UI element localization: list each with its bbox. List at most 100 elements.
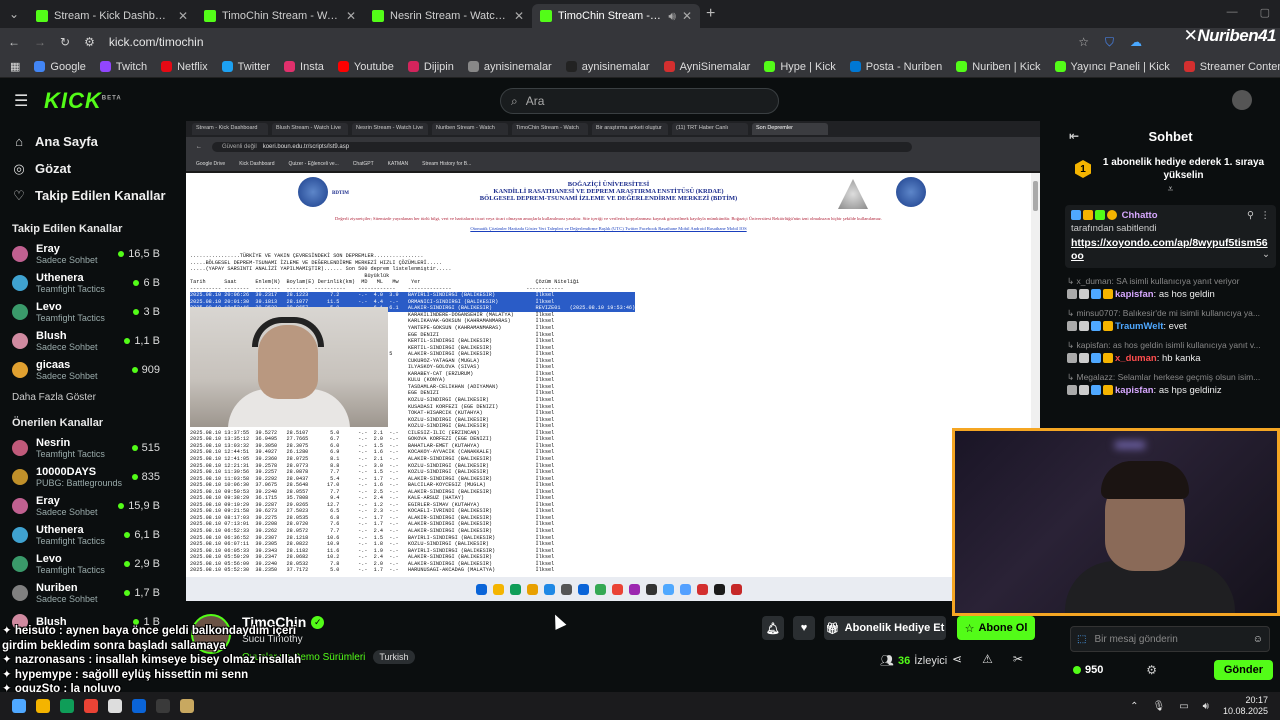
hamburger-menu-icon[interactable]: ☰ [14, 91, 30, 111]
sidebar-channel[interactable]: 10000DAYS PUBG: Battlegrounds 835 [0, 462, 170, 491]
taskbar-app-icon[interactable] [180, 699, 194, 713]
mic-icon[interactable]: 🎙︎ [1152, 701, 1165, 712]
taskbar-app-icon[interactable] [156, 699, 170, 713]
gift-leaderboard-banner[interactable]: 1 1 abonelik hediye ederek 1. sıraya yük… [1061, 150, 1280, 182]
chat-username[interactable]: x_duman [1115, 353, 1157, 364]
show-more-link[interactable]: Daha Fazla Göster [0, 392, 170, 403]
bookmark-item[interactable]: Insta [284, 61, 324, 73]
list-header: ................TÜRKİYE VE YAKIN ÇEVRESİ… [190, 253, 580, 292]
user-avatar[interactable] [1232, 90, 1252, 110]
follow-heart-button[interactable]: ♥ [793, 616, 815, 640]
bookmark-item[interactable]: Streamer Content M... [1183, 61, 1280, 73]
bookmark-item[interactable]: Dijipin [407, 61, 454, 73]
notification-bell-button[interactable]: 🔔︎ [762, 616, 784, 640]
reload-icon[interactable]: ↻ [60, 35, 70, 49]
apps-grid-icon[interactable]: ▦ [10, 60, 20, 73]
taskbar-app-icon[interactable] [132, 699, 146, 713]
chat-username[interactable]: kapisfan [1115, 385, 1154, 396]
nav-item[interactable]: ♡ Takip Edilen Kanallar [0, 182, 170, 209]
pinned-link[interactable]: https://xoyondo.com/ap/8wypuf5tism56oo [1071, 237, 1270, 263]
taskbar-app-icon[interactable] [84, 699, 98, 713]
sidebar-channel[interactable]: Blush Sadece Sohbet 1,1 B [0, 326, 170, 355]
chat-message[interactable]: ↳ Megalazz: Selamlar herkese geçmiş olsu… [1061, 368, 1280, 400]
bookmark-item[interactable]: Netflix [161, 61, 208, 73]
sidebar-channel[interactable]: Eray Sadece Sohbet 16,5 B [0, 239, 170, 268]
sidebar-channel[interactable]: Levo Teamfight Tactics 3 B [0, 297, 170, 326]
bookmark-item[interactable]: Yayıncı Paneli | Kick [1054, 61, 1170, 73]
nav-item[interactable]: ◎ Gözat [0, 155, 170, 182]
chat-username[interactable]: kapisfan [1115, 289, 1154, 300]
display-icon[interactable]: ▭ [1179, 701, 1188, 712]
search-input[interactable]: ⌕ Ara [500, 88, 779, 114]
expand-pinned-icon[interactable]: ⌄ [1262, 249, 1270, 260]
sidebar-channel[interactable]: Nuriben Sadece Sohbet 1,7 B [0, 578, 170, 607]
share-icon[interactable]: ⋖ [952, 652, 962, 666]
chat-message[interactable]: ↳ minsu0707: Balıkesir'de mi isimli kull… [1061, 304, 1280, 336]
taskbar-app-icon[interactable] [60, 699, 74, 713]
send-button[interactable]: Gönder [1213, 660, 1273, 680]
close-tab-icon[interactable]: ✕ [178, 9, 188, 23]
collapse-chat-icon[interactable]: ⇤ [1069, 129, 1079, 143]
bookmark-item[interactable]: Twitch [99, 61, 147, 73]
url-field[interactable]: kick.com/timochin [109, 35, 204, 49]
sidebar-channel[interactable]: Uthenera Teamfight Tactics 6 B [0, 268, 170, 297]
bookmark-item[interactable]: AyniSinemalar [663, 61, 750, 73]
browser-tab[interactable]: TimoChin Stream - Watch Live on Kick ✕ [196, 4, 364, 28]
forward-icon[interactable]: → [34, 35, 46, 49]
pin-icon[interactable]: ⚲ [1247, 210, 1254, 221]
kick-logo[interactable]: KICKBETA [44, 88, 122, 114]
browser-tab[interactable]: Nesrin Stream - Watch Live on Kick ✕ [364, 4, 532, 28]
channel-points[interactable]: 950 [1073, 664, 1103, 676]
chat-username[interactable]: TraumWelt [1115, 321, 1163, 332]
taskbar-app-icon[interactable] [108, 699, 122, 713]
subscribe-button[interactable]: ☆ Abone Ol [957, 616, 1035, 640]
bookmark-item[interactable]: aynisinemalar [565, 61, 650, 73]
banner-expand-icon[interactable]: ⩡ [1061, 184, 1280, 195]
close-tab-icon[interactable]: ✕ [514, 9, 524, 23]
bookmark-item[interactable]: Twitter [221, 61, 270, 73]
minimize-icon[interactable]: — [1227, 6, 1238, 19]
browser-tab[interactable]: TimoChin Stream - Watch Live on Kick 🔊︎ ✕ [532, 4, 700, 28]
clip-icon[interactable]: ✂ [1013, 652, 1023, 666]
close-tab-icon[interactable]: ✕ [346, 9, 356, 23]
volume-icon[interactable]: 🔊︎ [1203, 701, 1209, 712]
taskbar-app-icon[interactable] [12, 699, 26, 713]
sidebar-channel[interactable]: Uthenera Teamfight Tactics 6,1 B [0, 520, 170, 549]
bookmark-item[interactable]: Youtube [337, 61, 394, 73]
chat-message-input[interactable]: ⬚ Bir mesaj gönderin ☺ [1070, 626, 1270, 652]
sidebar-channel[interactable]: Eray Sadece Sohbet 15,9 B [0, 491, 170, 520]
bookmark-item[interactable]: aynisinemalar [467, 61, 552, 73]
taskbar-clock[interactable]: 20:17 10.08.2025 [1223, 695, 1268, 717]
shield-extension-icon[interactable]: ⛉ [1105, 35, 1114, 50]
cloud-extension-icon[interactable]: ☁ [1130, 35, 1142, 50]
sidebar-channel[interactable]: Nesrin Teamfight Tactics 515 [0, 433, 170, 462]
close-tab-icon[interactable]: ✕ [682, 9, 692, 23]
sidebar-channel[interactable]: Levo Teamfight Tactics 2,9 B [0, 549, 170, 578]
new-tab-button[interactable]: + [706, 5, 715, 23]
bookmark-item[interactable]: Posta - Nuriben [849, 61, 942, 73]
report-icon[interactable]: ⚠ [982, 652, 993, 666]
sidebar-channel[interactable]: gicaas Sadece Sohbet 909 [0, 355, 170, 384]
gift-sub-button[interactable]: 🎁︎ Abonelik Hediye Et [824, 616, 946, 640]
emoji-icon[interactable]: ☺ [1253, 634, 1263, 645]
audio-icon[interactable]: 🔊︎ [668, 9, 676, 24]
stream-video[interactable]: Stream - Kick Dashboard Blush Stream - Wa… [186, 121, 1040, 601]
maximize-icon[interactable]: ▢ [1260, 6, 1270, 19]
tab-search-chevron-icon[interactable]: ⌄ [0, 0, 28, 28]
browser-tab[interactable]: Stream - Kick Dashboard ✕ [28, 4, 196, 28]
tray-chevron-icon[interactable]: ⌃ [1130, 701, 1138, 712]
taskbar-app-icon[interactable] [36, 699, 50, 713]
language-tag[interactable]: Turkish [373, 650, 415, 664]
chat-settings-gear-icon[interactable]: ⚙ [1146, 663, 1157, 677]
home-icon: ⌂ [15, 134, 23, 149]
more-options-icon[interactable]: ⋮ [1261, 210, 1271, 221]
bookmark-item[interactable]: Nuriben | Kick [956, 61, 1041, 73]
bookmark-item[interactable]: Hype | Kick [764, 61, 836, 73]
bookmark-item[interactable]: Google [34, 61, 86, 73]
chat-message[interactable]: ↳ kapisfan: as hos geldin isimli kullanı… [1061, 336, 1280, 368]
site-info-icon[interactable]: ⚙ [84, 35, 95, 49]
nav-item[interactable]: ⌂ Ana Sayfa [0, 128, 170, 155]
chat-message[interactable]: ↳ x_duman: SA isimli kullanıcıya yanıt v… [1061, 272, 1280, 304]
back-icon[interactable]: ← [8, 35, 20, 49]
bookmark-star-icon[interactable]: ☆ [1078, 35, 1089, 50]
